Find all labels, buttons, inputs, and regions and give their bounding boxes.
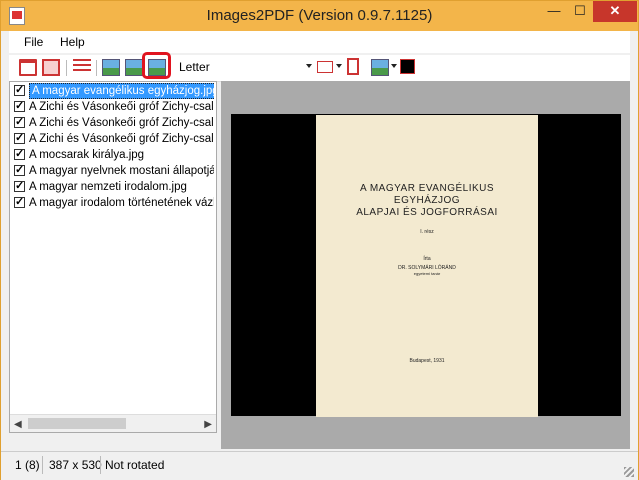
list-item-label: A Zichi és Vásonkeői gróf Zichy-család xyxy=(29,101,214,113)
file-list[interactable]: ✓ A magyar evangélikus egyházjog.jpg ✓ A… xyxy=(9,81,217,433)
status-divider xyxy=(100,456,101,474)
open-folder-icon[interactable] xyxy=(19,59,37,76)
status-size: 387 x 530 xyxy=(49,458,102,472)
page-place-text: Budapest, 1931 xyxy=(409,358,445,364)
status-bar: 1 (8) 387 x 530 Not rotated xyxy=(1,451,638,480)
title-bar[interactable]: Images2PDF (Version 0.9.7.1125) — ☐ ✕ xyxy=(1,1,638,31)
toolbar-separator xyxy=(96,60,97,76)
page-volume-text: I. rész xyxy=(420,229,434,235)
list-item-label: A magyar nyelvnek mostani állapotjáról l xyxy=(29,165,214,177)
page-title-line: A MAGYAR EVANGÉLIKUS xyxy=(359,183,495,194)
toolbar-separator xyxy=(66,60,67,76)
horizontal-scrollbar[interactable]: ◀ ▶ xyxy=(10,414,216,432)
list-item[interactable]: ✓ A magyar evangélikus egyházjog.jpg xyxy=(14,83,214,99)
page-title-line: EGYHÁZJOG xyxy=(393,195,461,206)
app-window: Images2PDF (Version 0.9.7.1125) — ☐ ✕ Fi… xyxy=(0,0,639,480)
page-affiliation-text: egyetemi tanár xyxy=(413,271,441,276)
scroll-left-icon[interactable]: ◀ xyxy=(14,419,22,430)
page-title-text: A MAGYAR EVANGÉLIKUS EGYHÁZJOG ALAPJAI É… xyxy=(316,183,538,219)
list-item[interactable]: ✓ A mocsarak királya.jpg xyxy=(14,147,214,163)
checkbox[interactable]: ✓ xyxy=(14,133,25,144)
list-item-label: A Zichi és Vásonkeői gróf Zichy-család xyxy=(29,133,214,145)
list-item-label: A Zichi és Vásonkeői gróf Zichy-család xyxy=(29,117,214,129)
scroll-right-icon[interactable]: ▶ xyxy=(204,419,212,430)
status-page: 1 (8) xyxy=(15,458,40,472)
list-item[interactable]: ✓ A magyar nyelvnek mostani állapotjáról… xyxy=(14,163,214,179)
list-item[interactable]: ✓ A magyar irodalom történetének vázlata xyxy=(14,195,214,211)
scroll-thumb[interactable] xyxy=(28,418,126,429)
checkbox[interactable]: ✓ xyxy=(14,101,25,112)
page-size-chevron-down-icon[interactable] xyxy=(306,64,312,68)
page-size-select[interactable]: Letter xyxy=(175,58,315,77)
menu-file[interactable]: File xyxy=(24,35,43,49)
close-button[interactable]: ✕ xyxy=(593,1,637,22)
resize-grip-icon[interactable] xyxy=(624,467,634,477)
list-item-label: A mocsarak királya.jpg xyxy=(29,149,145,161)
checkbox[interactable]: ✓ xyxy=(14,165,25,176)
list-item-label: A magyar irodalom történetének vázlata xyxy=(29,197,214,209)
checkbox[interactable]: ✓ xyxy=(14,181,25,192)
list-item[interactable]: ✓ A Zichi és Vásonkeői gróf Zichy-család xyxy=(14,115,214,131)
color-swatch-icon[interactable] xyxy=(400,59,415,74)
minimize-button[interactable]: — xyxy=(541,1,567,22)
landscape-icon[interactable] xyxy=(317,61,333,73)
image-position-icon[interactable] xyxy=(371,59,389,76)
portrait-icon[interactable] xyxy=(347,58,359,75)
maximize-button[interactable]: ☐ xyxy=(567,1,593,22)
checkbox[interactable]: ✓ xyxy=(14,117,25,128)
image-icon[interactable] xyxy=(102,59,120,76)
list-item[interactable]: ✓ A magyar nemzeti irodalom.jpg xyxy=(14,179,214,195)
position-chevron-down-icon[interactable] xyxy=(391,64,397,68)
preview-pane: A MAGYAR EVANGÉLIKUS EGYHÁZJOG ALAPJAI É… xyxy=(221,81,630,449)
list-item[interactable]: ✓ A Zichi és Vásonkeői gróf Zichy-család xyxy=(14,131,214,147)
highlight-marker xyxy=(142,52,171,79)
checkbox[interactable]: ✓ xyxy=(14,149,25,160)
page-irta-text: Írta xyxy=(423,256,431,262)
print-icon[interactable] xyxy=(42,59,60,76)
image-fit-icon[interactable] xyxy=(125,59,143,76)
page-title-line: ALAPJAI ÉS JOGFORRÁSAI xyxy=(356,207,498,218)
status-rotation: Not rotated xyxy=(105,458,165,472)
checkbox[interactable]: ✓ xyxy=(14,85,25,96)
checkbox[interactable]: ✓ xyxy=(14,197,25,208)
status-divider xyxy=(42,456,43,474)
menu-help[interactable]: Help xyxy=(60,35,85,49)
toolbar: Letter xyxy=(9,52,630,82)
menu-bar: File Help xyxy=(9,31,630,53)
scanned-page-image: A MAGYAR EVANGÉLIKUS EGYHÁZJOG ALAPJAI É… xyxy=(316,115,538,417)
list-item-label: A magyar evangélikus egyházjog.jpg xyxy=(29,83,214,99)
list-item-label: A magyar nemzeti irodalom.jpg xyxy=(29,181,187,193)
checklist-icon[interactable] xyxy=(73,59,91,76)
list-item[interactable]: ✓ A Zichi és Vásonkeői gróf Zichy-család xyxy=(14,99,214,115)
orientation-chevron-down-icon[interactable] xyxy=(336,64,342,68)
